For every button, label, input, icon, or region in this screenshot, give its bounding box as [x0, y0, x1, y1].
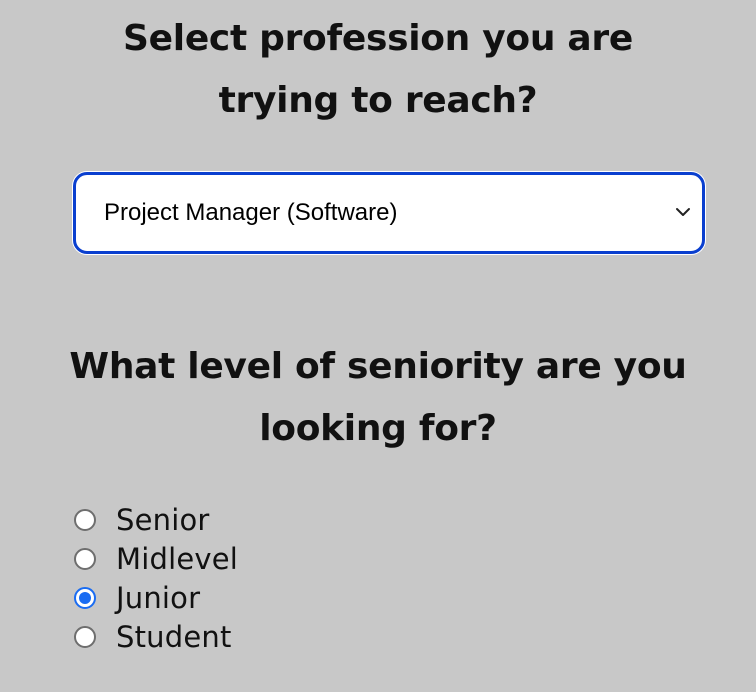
- seniority-radio-group: Senior Midlevel Junior Student: [74, 500, 238, 656]
- radio-senior[interactable]: [74, 508, 96, 531]
- seniority-option-midlevel[interactable]: Midlevel: [74, 539, 238, 578]
- seniority-option-student[interactable]: Student: [74, 617, 238, 656]
- radio-label-junior: Junior: [116, 580, 201, 615]
- radio-label-senior: Senior: [116, 502, 210, 537]
- seniority-heading: What level of seniority are you looking …: [69, 346, 687, 449]
- seniority-option-senior[interactable]: Senior: [74, 500, 238, 539]
- radio-midlevel[interactable]: [74, 547, 96, 570]
- radio-label-student: Student: [116, 619, 232, 654]
- chevron-down-icon: [676, 208, 690, 216]
- radio-junior[interactable]: [74, 586, 96, 609]
- radio-label-midlevel: Midlevel: [116, 541, 239, 576]
- profession-select[interactable]: Project Manager (Software): [73, 172, 705, 254]
- radio-student[interactable]: [74, 625, 96, 648]
- seniority-option-junior[interactable]: Junior: [74, 578, 238, 617]
- profession-select-value: Project Manager (Software): [104, 199, 398, 226]
- profession-heading: Select profession you are trying to reac…: [123, 18, 633, 121]
